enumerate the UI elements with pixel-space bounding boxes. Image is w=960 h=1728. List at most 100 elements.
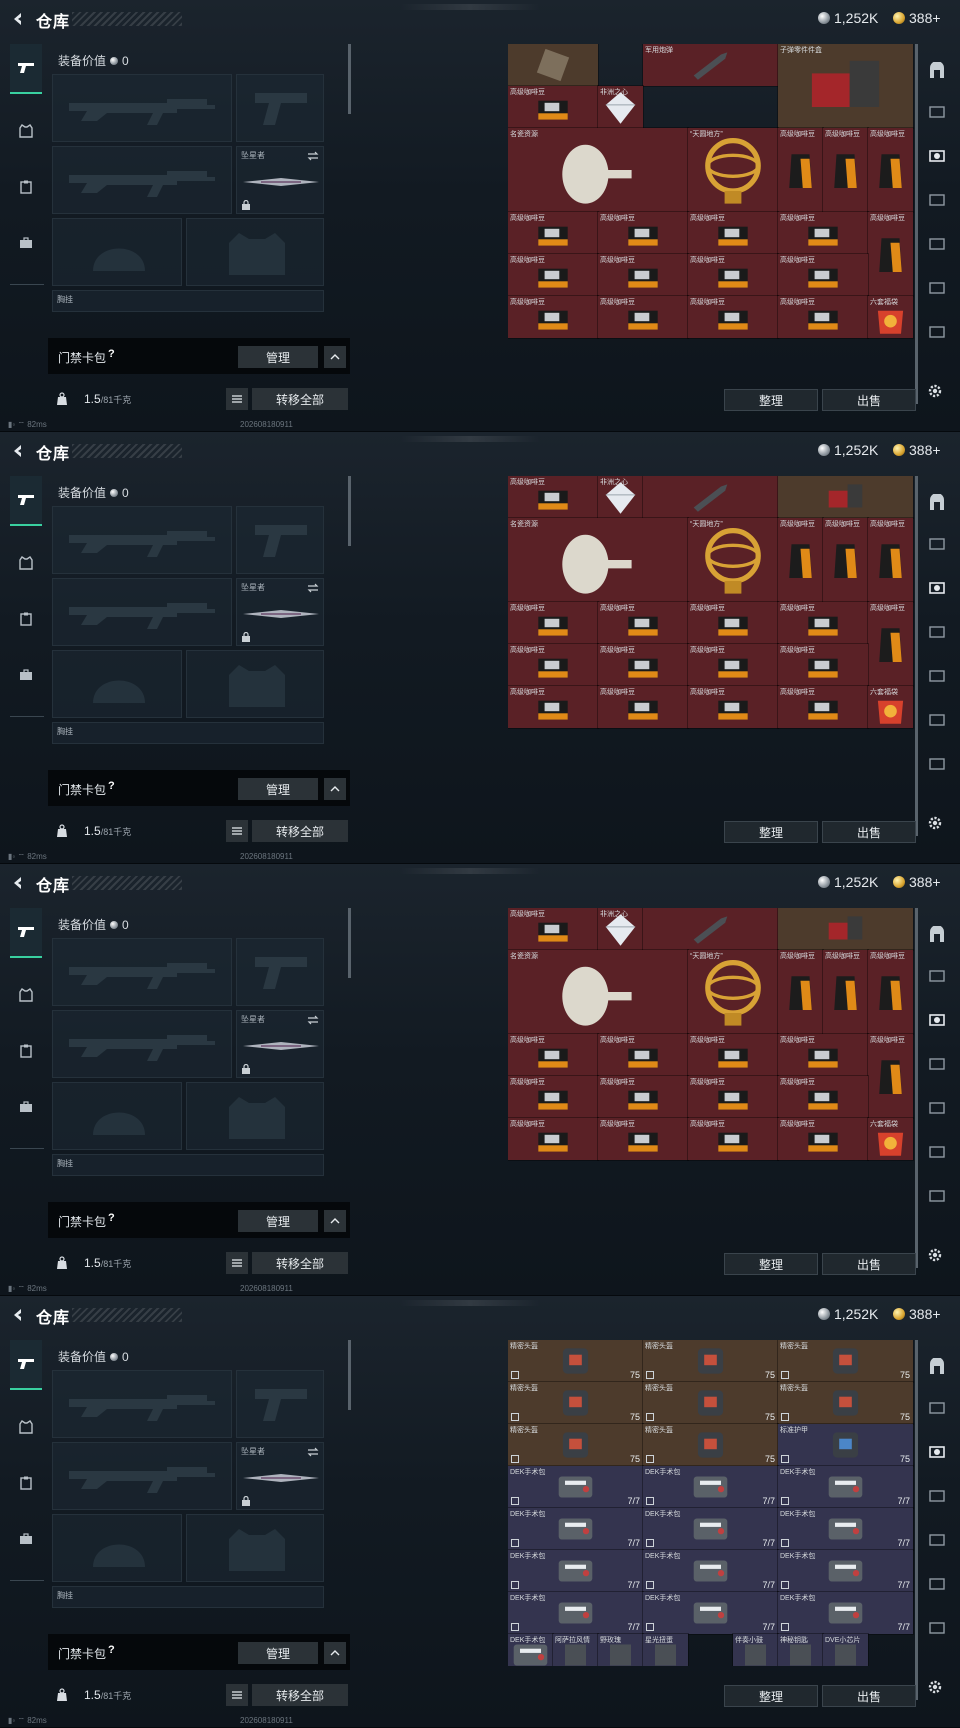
storage-item[interactable]: DEK手术包 7/7: [508, 1591, 644, 1635]
manage-button[interactable]: 管理: [238, 346, 318, 368]
storage-item[interactable]: 高级咖啡豆: [777, 1117, 869, 1161]
expand-button[interactable]: [324, 1210, 346, 1232]
sell-button[interactable]: 出售: [822, 1685, 916, 1707]
storage-item[interactable]: 精密头盔 75: [777, 1381, 914, 1425]
storage-item[interactable]: 高级咖啡豆: [867, 949, 914, 1035]
storage-item[interactable]: 六套福袋: [867, 685, 914, 729]
storage-item[interactable]: 高级咖啡豆: [508, 1033, 599, 1077]
storage-tab-3[interactable]: [924, 1006, 950, 1032]
storage-item[interactable]: “天圆地方”: [687, 949, 779, 1035]
melee-slot[interactable]: 坠星者: [236, 1010, 324, 1078]
help-icon[interactable]: ?: [108, 1644, 115, 1656]
storage-item[interactable]: 高级咖啡豆: [867, 1033, 914, 1119]
storage-tab-1[interactable]: [924, 922, 950, 948]
storage-item[interactable]: 精密头盔 75: [508, 1340, 644, 1383]
storage-item[interactable]: 名瓷资源: [508, 517, 689, 603]
transfer-all-button[interactable]: 转移全部: [252, 1252, 348, 1274]
tab-armor[interactable]: [10, 106, 42, 156]
transfer-all-button[interactable]: 转移全部: [252, 820, 348, 842]
sort-button[interactable]: 整理: [724, 1253, 818, 1275]
body-armor-slot[interactable]: [186, 218, 324, 286]
storage-item[interactable]: 非洲之心: [597, 85, 644, 129]
back-button[interactable]: [8, 873, 28, 893]
storage-item[interactable]: [508, 44, 599, 87]
chest-rig-slot[interactable]: 胸挂: [52, 1586, 324, 1608]
storage-item[interactable]: 高级咖啡豆: [508, 643, 599, 687]
storage-item[interactable]: DEK手术包 7/7: [508, 1507, 644, 1551]
primary-weapon-slot[interactable]: [52, 506, 232, 574]
storage-item[interactable]: 高级咖啡豆: [777, 1033, 869, 1077]
storage-tab-4[interactable]: [924, 186, 950, 212]
storage-tab-6[interactable]: [924, 706, 950, 732]
sort-button[interactable]: 整理: [724, 1685, 818, 1707]
storage-item[interactable]: 高级咖啡豆: [777, 601, 869, 645]
tab-consumables[interactable]: [10, 594, 42, 644]
storage-item[interactable]: 精密头盔 75: [642, 1423, 779, 1467]
storage-tab-7[interactable]: [924, 1182, 950, 1208]
storage-tab-3[interactable]: [924, 142, 950, 168]
help-icon[interactable]: ?: [108, 780, 115, 792]
storage-item[interactable]: 高级咖啡豆: [777, 949, 824, 1035]
storage-tab-2[interactable]: [924, 530, 950, 556]
storage-item[interactable]: 高级咖啡豆: [777, 211, 869, 255]
secondary-weapon-slot[interactable]: [52, 146, 232, 214]
tab-backpack[interactable]: [10, 218, 42, 268]
equipment-scrollbar[interactable]: [348, 1340, 351, 1410]
help-icon[interactable]: ?: [108, 1212, 115, 1224]
storage-item[interactable]: 高级咖啡豆: [822, 949, 869, 1035]
storage-item[interactable]: 名瓷资源: [508, 949, 689, 1035]
list-view-button[interactable]: [226, 388, 248, 410]
tab-armor[interactable]: [10, 538, 42, 588]
expand-button[interactable]: [324, 346, 346, 368]
tab-consumables[interactable]: [10, 162, 42, 212]
storage-tab-6[interactable]: [924, 1570, 950, 1596]
settings-button[interactable]: [922, 810, 948, 836]
storage-item[interactable]: 高级咖啡豆: [597, 211, 689, 255]
silver-balance[interactable]: 1,252K: [818, 10, 878, 26]
gold-balance[interactable]: 388+: [893, 10, 941, 26]
storage-item[interactable]: 名瓷资源: [508, 127, 689, 213]
tab-weapons[interactable]: [10, 44, 42, 94]
primary-weapon-slot[interactable]: [52, 74, 232, 142]
storage-item[interactable]: 高级咖啡豆: [777, 253, 869, 297]
storage-tab-7[interactable]: [924, 318, 950, 344]
storage-item[interactable]: 高级咖啡豆: [867, 127, 914, 213]
storage-item[interactable]: 精密头盔 75: [642, 1381, 779, 1425]
settings-button[interactable]: [922, 1674, 948, 1700]
storage-item[interactable]: 高级咖啡豆: [508, 295, 599, 339]
storage-item[interactable]: 非洲之心: [597, 476, 644, 519]
melee-slot[interactable]: 坠星者: [236, 1442, 324, 1510]
equipment-scrollbar[interactable]: [348, 908, 351, 978]
back-button[interactable]: [8, 441, 28, 461]
silver-balance[interactable]: 1,252K: [818, 442, 878, 458]
storage-item[interactable]: 非洲之心: [597, 908, 644, 951]
sell-button[interactable]: 出售: [822, 1253, 916, 1275]
storage-item[interactable]: DEK手术包 7/7: [777, 1549, 914, 1593]
storage-item[interactable]: 高级咖啡豆: [687, 601, 779, 645]
secondary-weapon-slot[interactable]: [52, 1442, 232, 1510]
storage-item[interactable]: [777, 908, 914, 951]
storage-item[interactable]: 子弹零件件盒: [777, 44, 914, 129]
storage-tab-3[interactable]: [924, 1438, 950, 1464]
storage-item[interactable]: DEK手术包 7/7: [508, 1465, 644, 1509]
silver-balance[interactable]: 1,252K: [818, 1306, 878, 1322]
storage-item[interactable]: 高级咖啡豆: [508, 1075, 599, 1119]
storage-item[interactable]: “天圆地方”: [687, 127, 779, 213]
storage-item[interactable]: 伴奏小鼓: [732, 1633, 779, 1666]
tab-armor[interactable]: [10, 1402, 42, 1452]
storage-tab-6[interactable]: [924, 1138, 950, 1164]
secondary-weapon-slot[interactable]: [52, 578, 232, 646]
chest-rig-slot[interactable]: 胸挂: [52, 290, 324, 312]
storage-tab-4[interactable]: [924, 1482, 950, 1508]
storage-tab-1[interactable]: [924, 490, 950, 516]
storage-item[interactable]: 高级咖啡豆: [822, 127, 869, 213]
storage-item[interactable]: 高级咖啡豆: [508, 1117, 599, 1161]
storage-item[interactable]: DEK手术包 7/7: [642, 1591, 779, 1635]
settings-button[interactable]: [922, 378, 948, 404]
storage-tab-7[interactable]: [924, 1614, 950, 1640]
equipment-scrollbar[interactable]: [348, 44, 351, 114]
storage-item[interactable]: 六套福袋: [867, 1117, 914, 1161]
storage-item[interactable]: DEK手术包 7/7: [508, 1549, 644, 1593]
storage-item[interactable]: 六套福袋: [867, 295, 914, 339]
storage-item[interactable]: [642, 476, 779, 519]
